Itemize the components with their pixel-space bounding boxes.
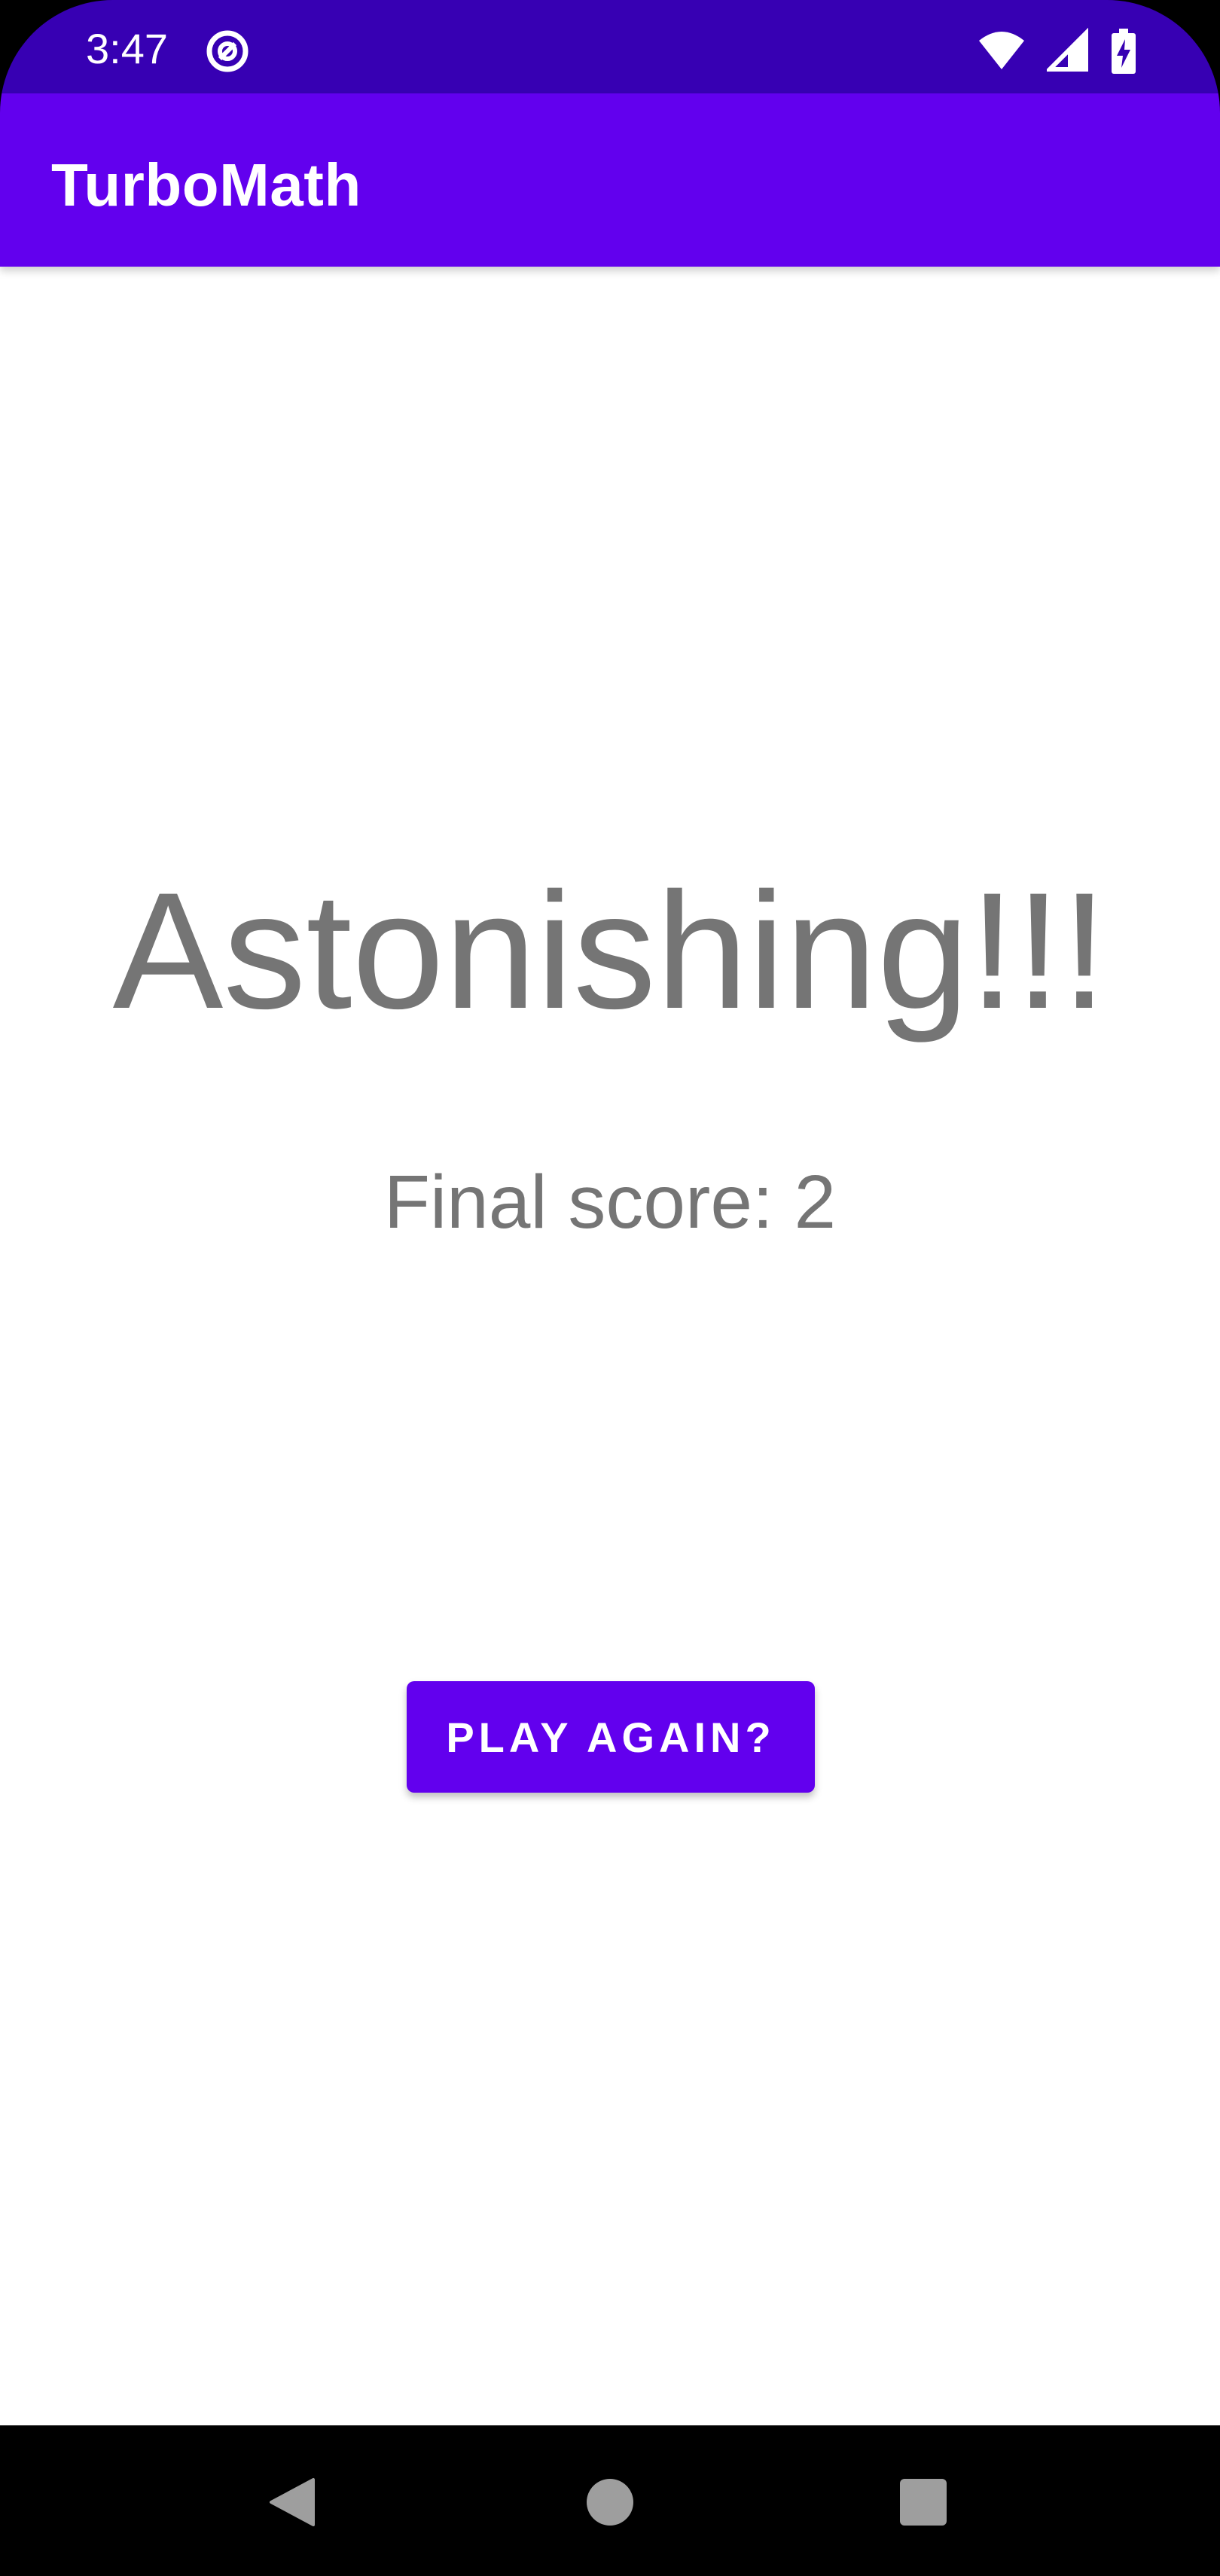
home-icon[interactable] (587, 2479, 633, 2526)
phone-screen: 3:47 TurboMath Astonishing!!! Final scor… (0, 0, 1220, 2576)
result-headline: Astonishing!!! (112, 858, 1108, 1043)
recents-icon[interactable] (900, 2479, 947, 2526)
play-again-button[interactable]: PLAY AGAIN? (407, 1681, 815, 1793)
status-icons (978, 27, 1137, 75)
back-icon[interactable] (268, 2477, 316, 2528)
navigation-bar (0, 2425, 1220, 2576)
battery-charging-icon (1110, 27, 1137, 75)
cell-signal-icon (1044, 27, 1089, 75)
data-saver-icon (203, 27, 252, 75)
app-bar: TurboMath (0, 93, 1220, 267)
status-time: 3:47 (86, 25, 168, 72)
final-score-text: Final score: 2 (383, 1160, 837, 1244)
wifi-icon (978, 27, 1026, 75)
game-over-screen: Astonishing!!! Final score: 2 PLAY AGAIN… (0, 267, 1220, 2425)
app-title: TurboMath (51, 151, 361, 218)
status-bar: 3:47 (0, 0, 1220, 93)
